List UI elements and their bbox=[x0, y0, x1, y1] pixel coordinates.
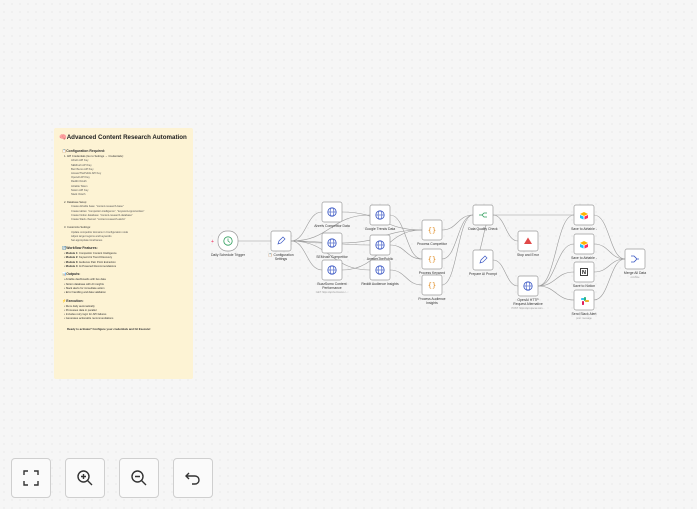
node-label: Save to Airtable - bbox=[571, 227, 597, 231]
node-label: Send Slack Alert bbox=[572, 312, 597, 316]
nodes-layer: Daily Schedule Trigger 📋 Configuration Set… bbox=[211, 201, 646, 320]
edge-notion-merge bbox=[593, 258, 626, 273]
node-label: Save to Notion bbox=[573, 284, 595, 288]
node-openai[interactable]: OpenAI HTTP Request AlternativePOST: http… bbox=[512, 275, 545, 310]
svg-text:{}: {} bbox=[428, 255, 436, 263]
node-google-trends[interactable]: Google Trends Data bbox=[365, 204, 395, 231]
node-label: Ahrefs Competitor Data bbox=[314, 224, 350, 228]
node-label: Daily Schedule Trigger bbox=[211, 253, 246, 257]
node-label: Process Audience Insights bbox=[418, 297, 445, 305]
node-proc-comp[interactable]: {} Process Competitor bbox=[417, 219, 448, 246]
node-label: Process Keyword bbox=[419, 271, 445, 275]
node-body[interactable] bbox=[270, 230, 292, 252]
node-buzzsumo[interactable]: BuzzSumo Content PerformanceGET: https://… bbox=[316, 259, 348, 294]
node-quality[interactable]: Data Quality Check bbox=[468, 204, 498, 231]
node-trigger[interactable]: Daily Schedule Trigger bbox=[211, 230, 246, 257]
zoom-out-icon bbox=[131, 470, 147, 486]
node-subtitle: GET: https://api.buzzsumo.c... bbox=[316, 291, 348, 294]
node-subtitle: POST: https://api.openai.com... bbox=[512, 307, 545, 310]
node-slack[interactable]: Send Slack Alertpost: message bbox=[572, 289, 597, 320]
undo-icon bbox=[185, 472, 200, 485]
node-config[interactable]: 📋 Configuration Settings bbox=[268, 230, 294, 261]
node-ahrefs[interactable]: Ahrefs Competitor Data bbox=[314, 201, 350, 228]
zoom-in-button[interactable] bbox=[65, 458, 105, 498]
edge-answer_public-proc_keyword bbox=[389, 244, 423, 260]
node-label: Stop and Error bbox=[517, 253, 540, 257]
node-subtitle: post: message bbox=[576, 317, 592, 320]
node-airtable1[interactable]: Save to Airtable - bbox=[571, 204, 597, 231]
node-body[interactable] bbox=[472, 249, 494, 271]
node-label: Data Quality Check bbox=[468, 227, 498, 231]
node-body[interactable] bbox=[624, 248, 646, 270]
edge-openai-airtable1 bbox=[537, 214, 575, 287]
node-label: 📋 Configuration Settings bbox=[268, 252, 293, 261]
node-label: OpenAI HTTP Request Alternative bbox=[513, 298, 543, 306]
node-proc-keyword[interactable]: {} Process Keyword bbox=[419, 248, 445, 275]
node-prompt[interactable]: Prepare AI Prompt bbox=[469, 249, 497, 276]
node-subtitle: combine bbox=[630, 276, 640, 279]
node-label: SEMrush Competitor bbox=[316, 255, 348, 259]
node-stop[interactable]: Stop and Error bbox=[517, 230, 540, 257]
svg-text:N: N bbox=[582, 270, 586, 276]
node-answer-public[interactable]: AnswerThePublic bbox=[367, 234, 394, 261]
node-label: Save to Airtable - bbox=[571, 256, 597, 260]
node-label: Process Competitor bbox=[417, 242, 448, 246]
zoom-in-icon bbox=[77, 470, 93, 486]
node-reddit[interactable]: Reddit Audience Insights bbox=[361, 259, 399, 286]
node-label: Prepare AI Prompt bbox=[469, 272, 497, 276]
edge-openai-slack bbox=[537, 285, 575, 301]
code-icon: {} bbox=[428, 226, 436, 234]
node-body[interactable] bbox=[472, 204, 494, 226]
notion-icon: N bbox=[580, 268, 588, 276]
code-icon: {} bbox=[428, 281, 436, 289]
svg-text:{}: {} bbox=[428, 281, 436, 289]
node-label: BuzzSumo Content Performance bbox=[317, 282, 346, 290]
node-airtable2[interactable]: Save to Airtable - bbox=[571, 233, 597, 260]
node-proc-audience[interactable]: {} Process Audience Insights bbox=[418, 274, 446, 305]
node-label: Merge All Data bbox=[624, 271, 646, 275]
edge-proc_keyword-quality bbox=[441, 214, 474, 260]
code-icon: {} bbox=[428, 255, 436, 263]
svg-text:{}: {} bbox=[428, 226, 436, 234]
fit-icon bbox=[23, 470, 39, 486]
workflow-graph[interactable]: + Daily Schedule Trigger 📋 Configuration S… bbox=[0, 0, 697, 509]
node-notion[interactable]: N Save to Notion bbox=[573, 261, 595, 288]
node-label: Reddit Audience Insights bbox=[361, 282, 399, 286]
zoom-out-button[interactable] bbox=[119, 458, 159, 498]
edge-airtable2-merge bbox=[593, 243, 626, 260]
edge-airtable1-merge bbox=[593, 214, 626, 260]
undo-button[interactable] bbox=[173, 458, 213, 498]
node-label: Google Trends Data bbox=[365, 227, 395, 231]
node-semrush[interactable]: SEMrush Competitor bbox=[316, 232, 349, 259]
edge-google_trends-proc_keyword bbox=[389, 214, 423, 260]
node-merge[interactable]: Merge All Datacombine bbox=[624, 248, 646, 279]
add-trigger-icon[interactable]: + bbox=[211, 239, 214, 245]
fit-view-button[interactable] bbox=[11, 458, 51, 498]
